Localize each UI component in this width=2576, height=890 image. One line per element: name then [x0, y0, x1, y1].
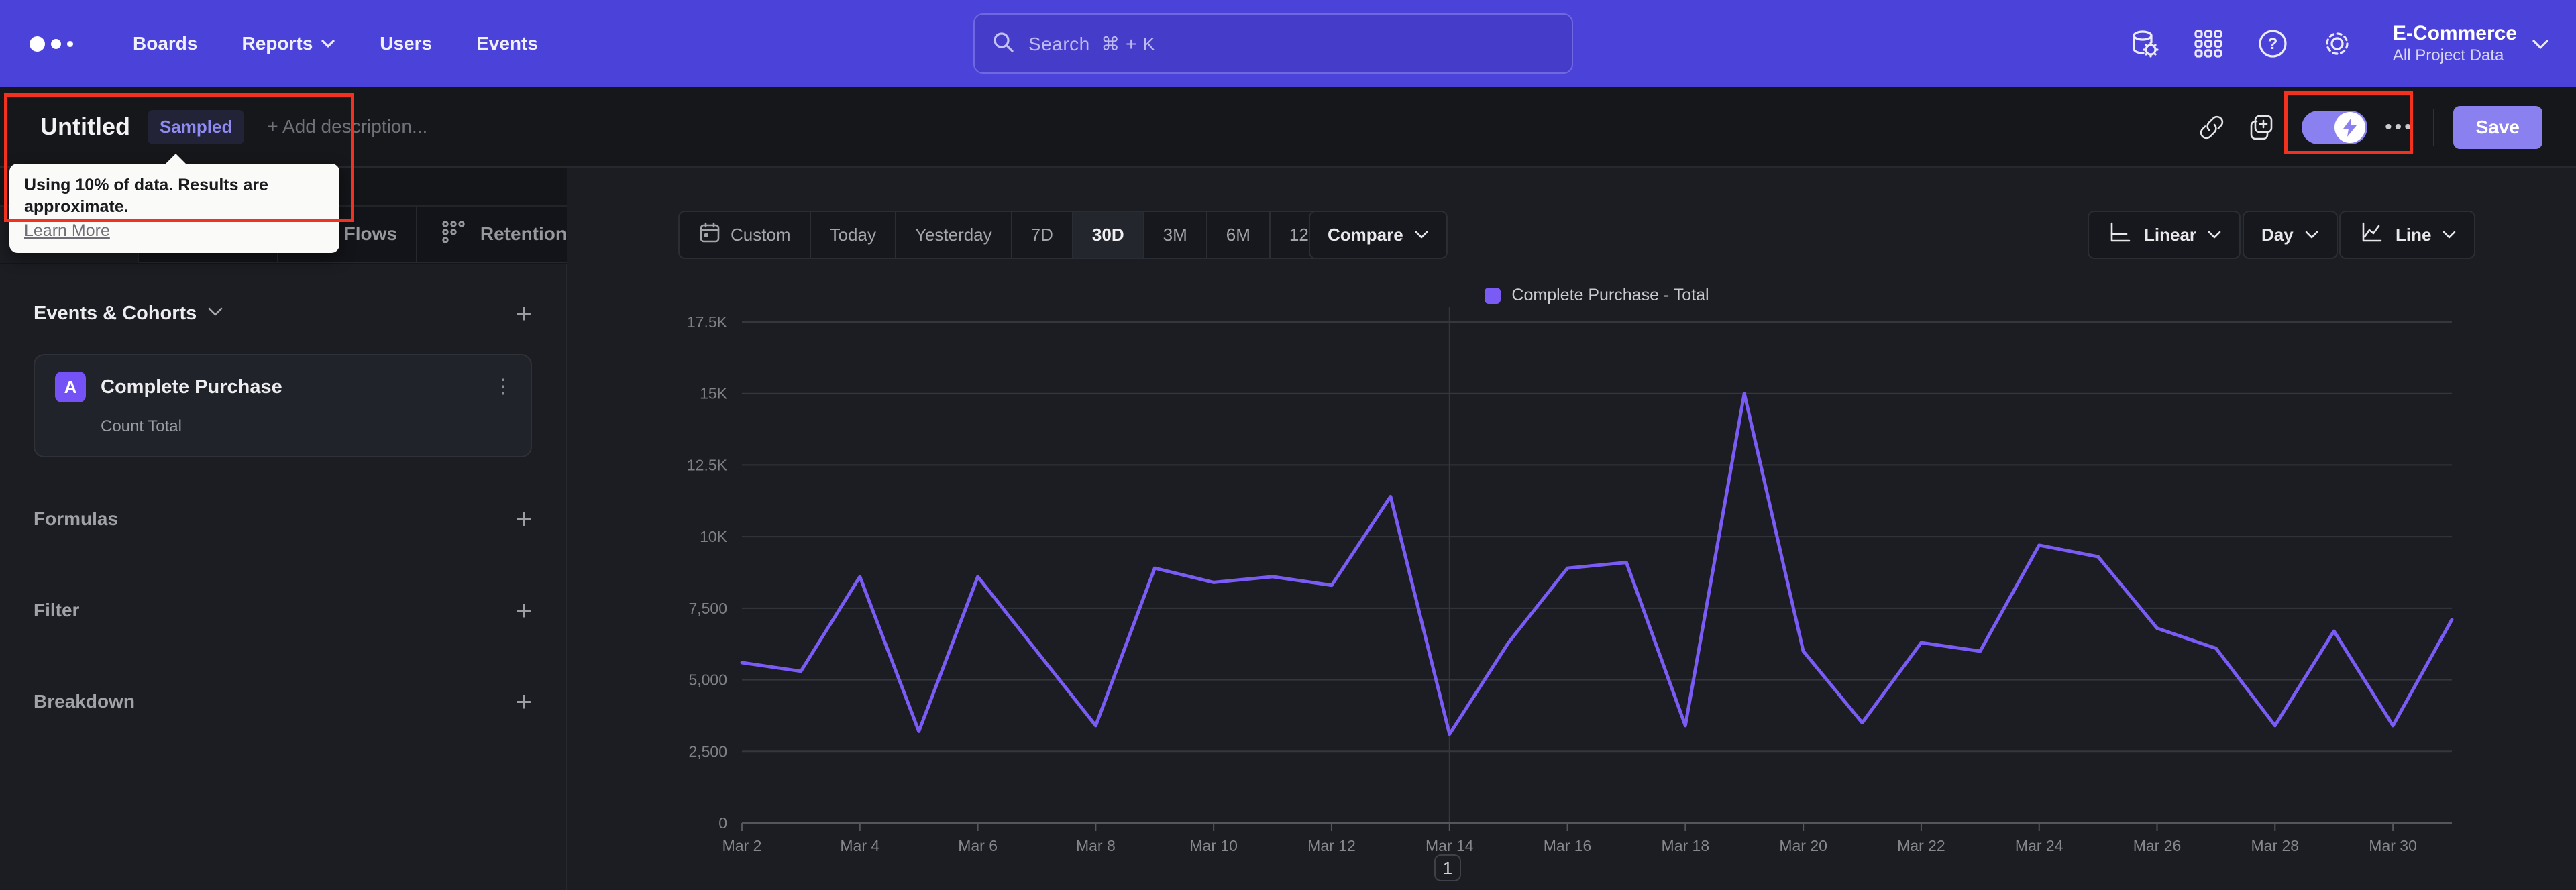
- nav-right: ? E-Commerce All Project Data: [2127, 0, 2576, 87]
- nav-item-reports[interactable]: Reports: [241, 33, 335, 54]
- linear-axis-icon: [2106, 219, 2133, 251]
- compare-dropdown[interactable]: Compare: [1309, 211, 1448, 259]
- workspace-name: E-Commerce: [2392, 22, 2517, 44]
- event-card[interactable]: A Complete Purchase ⋮ Count Total: [34, 354, 532, 457]
- chart-type-dropdown[interactable]: Line: [2339, 211, 2476, 259]
- svg-text:?: ?: [2268, 35, 2278, 53]
- event-metric[interactable]: Count Total: [101, 417, 513, 436]
- range-button-yesterday[interactable]: Yesterday: [896, 212, 1012, 258]
- chevron-down-icon: [207, 307, 223, 320]
- section-label: Formulas: [34, 508, 119, 529]
- interval-dropdown[interactable]: Day: [2243, 211, 2338, 259]
- add-breakdown-button[interactable]: +: [515, 687, 532, 716]
- compare-label: Compare: [1328, 224, 1403, 245]
- save-button[interactable]: Save: [2453, 106, 2542, 149]
- retention-icon: [440, 219, 467, 250]
- nav-item-label: Users: [380, 33, 433, 54]
- divider: [2432, 109, 2434, 146]
- chart-panel: [567, 168, 2576, 890]
- calendar-icon: [698, 221, 721, 249]
- copy-link-icon[interactable]: [2194, 110, 2229, 145]
- lightning-bolt-icon: [2334, 112, 2366, 143]
- apps-grid-icon[interactable]: [2192, 27, 2225, 60]
- tooltip-learn-more-link[interactable]: Learn More: [24, 221, 110, 241]
- nav-item-users[interactable]: Users: [380, 33, 432, 54]
- search-placeholder: Search: [1028, 33, 1090, 54]
- section-filter: Filter +: [34, 586, 532, 634]
- chevron-down-icon: [2532, 39, 2548, 49]
- nav-item-label: Reports: [241, 33, 313, 54]
- range-button-6m[interactable]: 6M: [1208, 212, 1271, 258]
- range-label: 30D: [1091, 224, 1124, 245]
- data-management-icon[interactable]: [2127, 27, 2161, 60]
- range-label: Today: [829, 224, 876, 245]
- mixpanel-logo-icon[interactable]: [30, 36, 90, 52]
- legend-label: Complete Purchase - Total: [1511, 286, 1709, 304]
- left-column: InsightsFunnelsFlowsRetention Events & C…: [0, 168, 567, 890]
- sampling-toggle[interactable]: [2302, 111, 2368, 144]
- sampled-badge[interactable]: Sampled: [147, 109, 245, 144]
- range-label: 7D: [1030, 224, 1053, 245]
- range-label: Yesterday: [914, 224, 992, 245]
- tab-retention[interactable]: Retention: [417, 207, 567, 262]
- event-letter-badge: A: [55, 372, 86, 402]
- top-nav: Boards Reports Users Events Search ⌘ + K: [0, 0, 2576, 87]
- search-icon: [992, 31, 1015, 57]
- section-breakdown: Breakdown +: [34, 677, 532, 726]
- event-options-kebab[interactable]: ⋮: [493, 377, 513, 397]
- help-icon[interactable]: ?: [2256, 27, 2290, 60]
- range-label: 3M: [1163, 224, 1187, 245]
- section-label: Breakdown: [34, 691, 135, 712]
- chart-legend[interactable]: Complete Purchase - Total: [742, 286, 2452, 305]
- add-filter-button[interactable]: +: [515, 596, 532, 624]
- search-shortcut: ⌘ + K: [1101, 33, 1156, 54]
- nav-item-label: Boards: [133, 33, 198, 54]
- workspace-switcher[interactable]: E-Commerce All Project Data: [2392, 21, 2548, 66]
- chart-type-label: Line: [2396, 224, 2432, 245]
- sampling-tooltip: Using 10% of data. Results are approxima…: [9, 154, 339, 253]
- scale-dropdown[interactable]: Linear: [2088, 211, 2241, 259]
- report-header-bar: Untitled Sampled + Add description... ••…: [0, 87, 2576, 168]
- chevron-down-icon: [321, 39, 335, 48]
- legend-swatch: [1485, 287, 1501, 304]
- add-formula-button[interactable]: +: [515, 505, 532, 533]
- more-menu-button[interactable]: •••: [2385, 116, 2414, 139]
- tab-label: Retention: [480, 223, 567, 244]
- range-button-3m[interactable]: 3M: [1144, 212, 1208, 258]
- event-name: Complete Purchase: [101, 376, 282, 398]
- search-input[interactable]: Search ⌘ + K: [973, 13, 1573, 74]
- add-event-button[interactable]: +: [515, 299, 532, 327]
- tooltip-message: Using 10% of data. Results are approxima…: [24, 176, 269, 216]
- scale-label: Linear: [2144, 224, 2197, 245]
- date-range-group: Custom Today Yesterday 7D 30D 3M 6M 12M: [678, 211, 1344, 259]
- nav-item-boards[interactable]: Boards: [133, 33, 197, 54]
- nav-items: Boards Reports Users Events: [133, 33, 538, 54]
- report-title[interactable]: Untitled: [40, 113, 130, 141]
- nav-item-events[interactable]: Events: [476, 33, 538, 54]
- range-button-today[interactable]: Today: [811, 212, 896, 258]
- add-to-board-icon[interactable]: [2245, 110, 2280, 145]
- range-label: 6M: [1226, 224, 1250, 245]
- pagination-page-1[interactable]: 1: [1434, 854, 1461, 881]
- range-button-custom[interactable]: Custom: [680, 212, 811, 258]
- section-formulas: Formulas +: [34, 495, 532, 543]
- add-description-field[interactable]: + Add description...: [267, 116, 427, 137]
- tab-label: Flows: [343, 223, 397, 244]
- range-button-7d[interactable]: 7D: [1012, 212, 1073, 258]
- query-builder-sidebar: Events & Cohorts + A Complete Purchase ⋮…: [0, 264, 567, 890]
- line-chart-icon: [2358, 219, 2385, 251]
- nav-item-label: Events: [476, 33, 538, 54]
- interval-label: Day: [2261, 224, 2294, 245]
- section-label: Filter: [34, 600, 80, 620]
- range-label: Custom: [731, 224, 791, 245]
- range-button-30d[interactable]: 30D: [1073, 212, 1144, 258]
- settings-gear-icon[interactable]: [2320, 27, 2354, 60]
- events-cohorts-header[interactable]: Events & Cohorts: [34, 302, 197, 325]
- workspace-scope: All Project Data: [2392, 46, 2504, 64]
